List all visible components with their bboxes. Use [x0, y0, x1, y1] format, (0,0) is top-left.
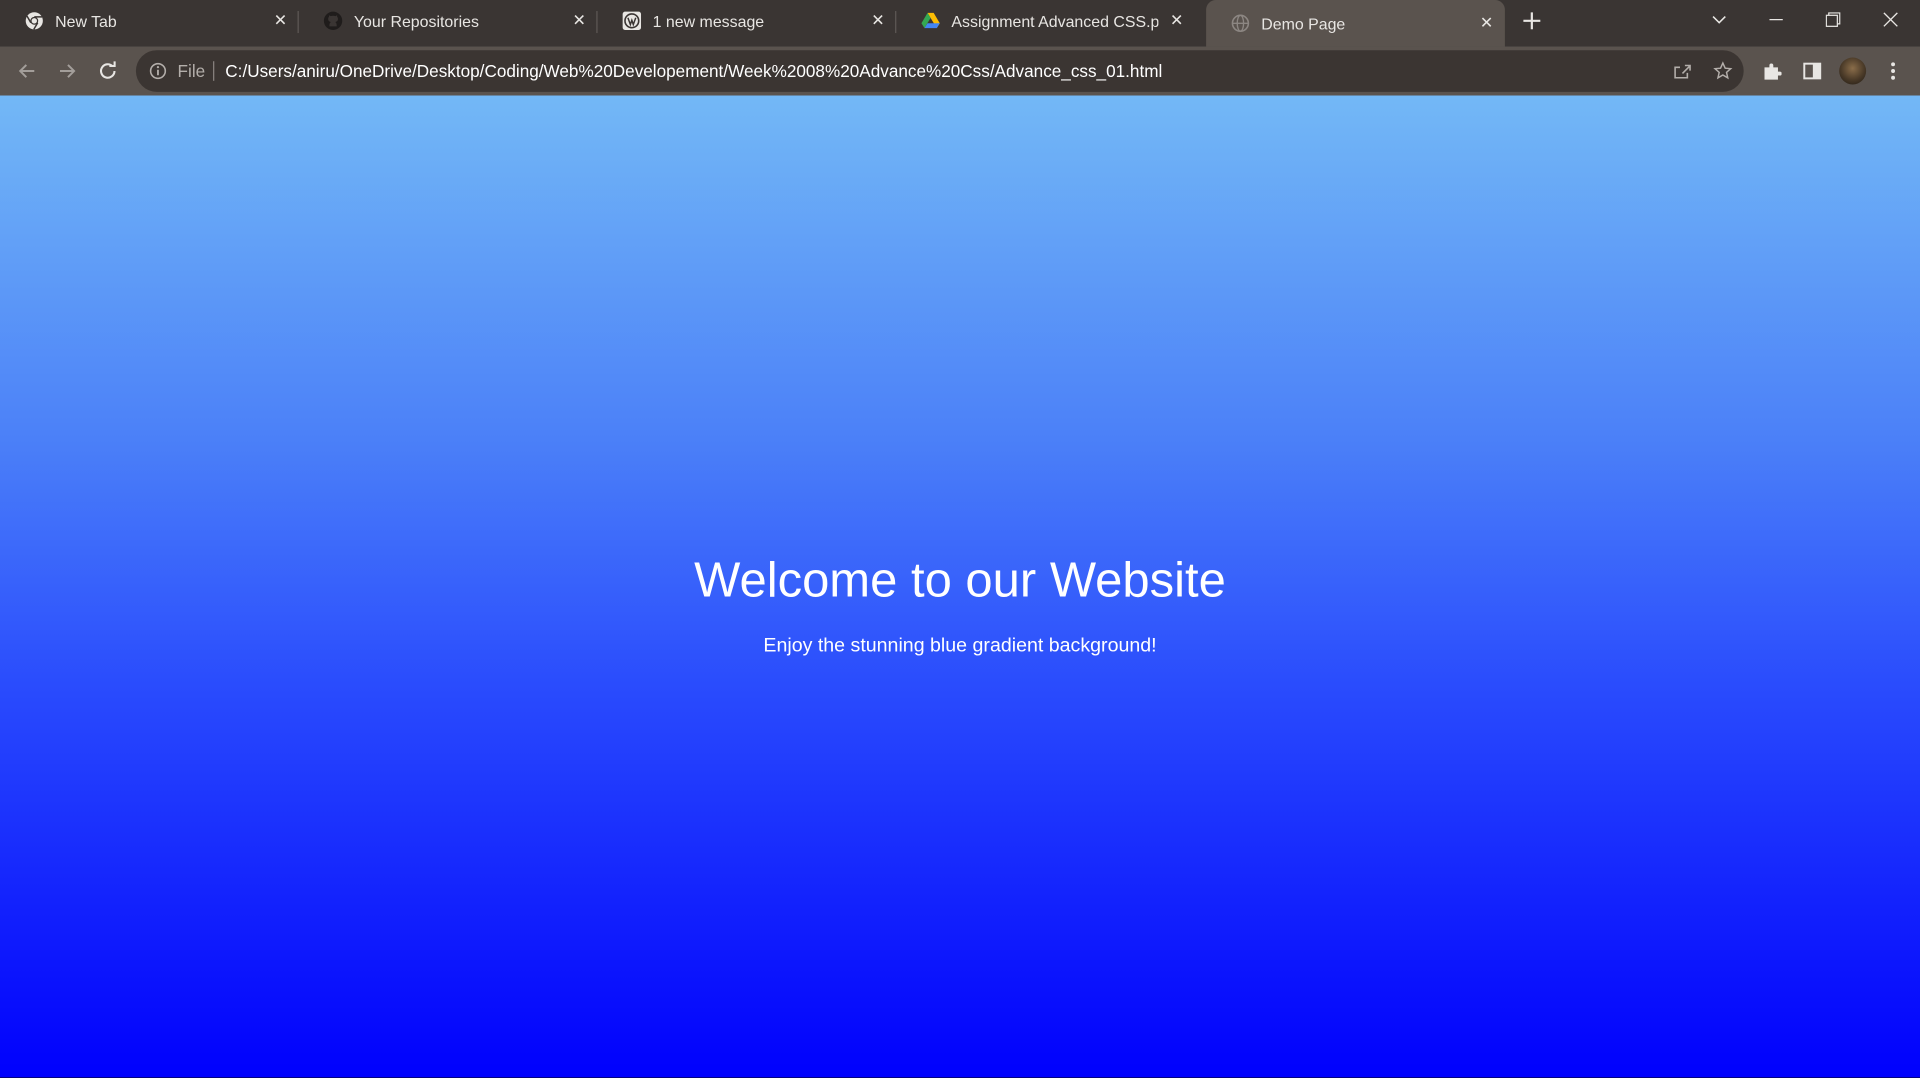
github-icon — [323, 11, 343, 31]
tab-title: Your Repositories — [353, 11, 479, 31]
close-window-button[interactable] — [1862, 0, 1918, 39]
page-content: Welcome to our Website Enjoy the stunnin… — [0, 95, 1920, 1078]
arrow-left-icon — [18, 64, 35, 78]
forward-button[interactable] — [50, 54, 84, 88]
new-tab-button[interactable] — [1518, 7, 1545, 34]
google-drive-icon — [921, 11, 941, 31]
back-button[interactable] — [10, 54, 44, 88]
address-divider — [213, 61, 215, 81]
browser-window: New Tab ✕ Your Repositories ✕ 1 new mess… — [0, 0, 1920, 1078]
menu-button[interactable] — [1876, 54, 1910, 88]
star-icon[interactable] — [1709, 58, 1736, 85]
info-icon[interactable] — [148, 61, 168, 81]
tab-title: New Tab — [55, 11, 117, 31]
reload-button[interactable] — [91, 54, 125, 88]
extensions-button[interactable] — [1755, 54, 1789, 88]
restore-button[interactable] — [1805, 0, 1861, 39]
share-icon[interactable] — [1669, 58, 1696, 85]
reload-icon — [100, 61, 116, 79]
tab-assignment-pdf[interactable]: Assignment Advanced CSS.pdf - ✕ — [896, 0, 1195, 42]
scheme-label: File — [177, 61, 206, 81]
side-panel-icon — [1803, 62, 1822, 80]
close-icon[interactable]: ✕ — [568, 10, 590, 32]
arrow-right-icon — [60, 64, 76, 78]
plus-icon — [1523, 12, 1541, 30]
avatar — [1839, 57, 1867, 85]
tab-demo-page[interactable]: Demo Page ✕ — [1206, 0, 1505, 47]
page-heading: Welcome to our Website — [694, 553, 1226, 608]
close-icon[interactable]: ✕ — [1166, 10, 1188, 32]
tab-new-message[interactable]: 1 new message ✕ — [598, 0, 897, 42]
tab-search-button[interactable] — [1691, 0, 1747, 39]
tab-title: Demo Page — [1261, 14, 1346, 33]
chrome-icon — [24, 11, 44, 31]
minimize-icon — [1768, 18, 1783, 21]
wordpress-icon — [622, 11, 642, 31]
close-icon[interactable]: ✕ — [1476, 12, 1498, 34]
close-icon — [1883, 12, 1898, 27]
tab-title: 1 new message — [652, 11, 765, 31]
profile-button[interactable] — [1836, 54, 1870, 88]
tab-title: Assignment Advanced CSS.pdf - — [951, 11, 1159, 31]
tab-your-repositories[interactable]: Your Repositories ✕ — [299, 0, 598, 42]
tab-strip: New Tab ✕ Your Repositories ✕ 1 new mess… — [0, 0, 1920, 47]
side-panel-button[interactable] — [1795, 54, 1829, 88]
url-text[interactable]: C:/Users/aniru/OneDrive/Desktop/Coding/W… — [225, 50, 1162, 92]
globe-icon — [1231, 13, 1251, 33]
chevron-down-icon — [1712, 15, 1726, 24]
page-subtext: Enjoy the stunning blue gradient backgro… — [763, 635, 1157, 657]
kebab-menu-icon — [1891, 62, 1896, 80]
puzzle-icon — [1764, 63, 1782, 80]
tab-new-tab[interactable]: New Tab ✕ — [0, 0, 299, 42]
close-icon[interactable]: ✕ — [867, 10, 889, 32]
toolbar: File C:/Users/aniru/OneDrive/Desktop/Cod… — [0, 46, 1920, 96]
minimize-button[interactable] — [1747, 0, 1803, 39]
restore-icon — [1825, 12, 1841, 27]
close-icon[interactable]: ✕ — [269, 10, 291, 32]
address-bar[interactable]: File C:/Users/aniru/OneDrive/Desktop/Cod… — [135, 50, 1744, 92]
